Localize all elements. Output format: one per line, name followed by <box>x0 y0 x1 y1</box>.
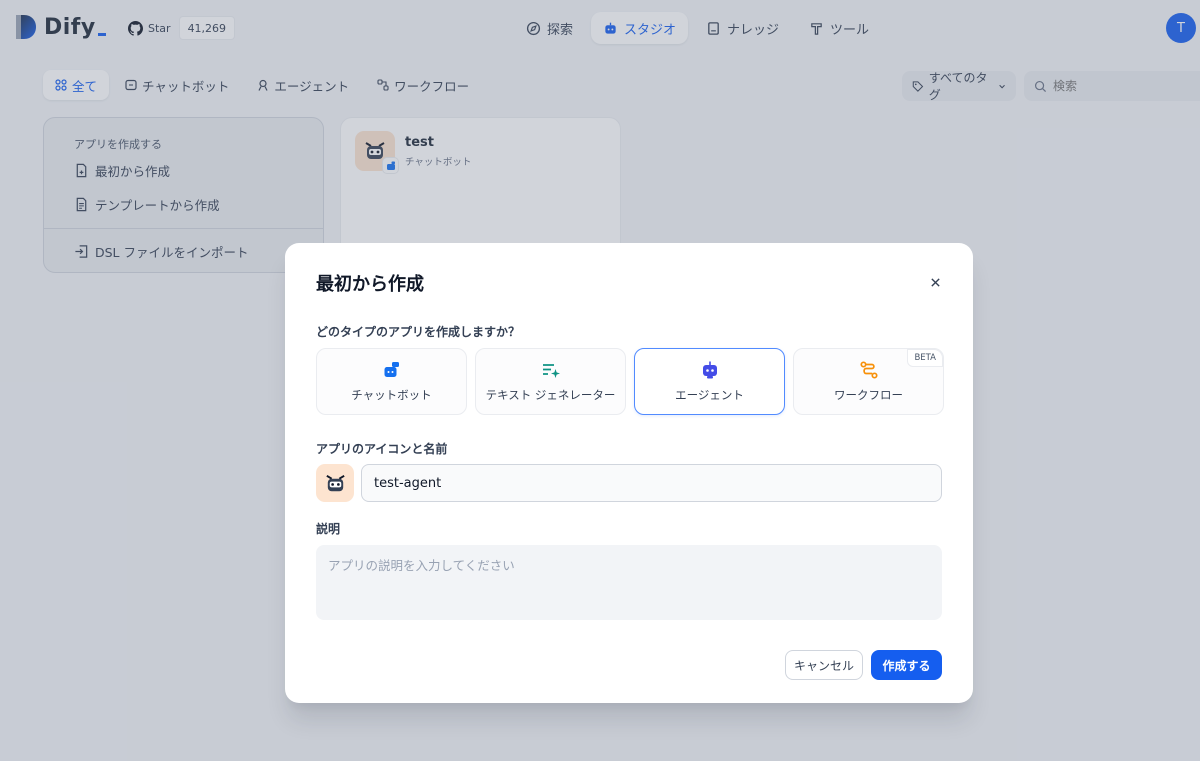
close-icon <box>930 277 940 287</box>
workflow-route-icon <box>859 361 878 379</box>
robot-face-icon <box>325 474 345 491</box>
chatbot-icon <box>384 362 399 377</box>
beta-badge: BETA <box>907 349 943 367</box>
type-text-generator-label: テキスト ジェネレーター <box>485 388 616 402</box>
create-button[interactable]: 作成する <box>871 650 942 680</box>
type-workflow[interactable]: ワークフロー BETA <box>793 348 944 415</box>
type-agent-label: エージェント <box>675 388 744 402</box>
modal-title: 最初から作成 <box>316 274 424 295</box>
type-chatbot[interactable]: チャットボット <box>316 348 467 415</box>
agent-robot-icon <box>702 361 717 379</box>
type-workflow-label: ワークフロー <box>834 388 903 402</box>
app-name-label: アプリのアイコンと名前 <box>316 442 448 456</box>
type-text-generator[interactable]: テキスト ジェネレーター <box>475 348 626 415</box>
description-input[interactable] <box>316 545 942 620</box>
app-type-question: どのタイプのアプリを作成しますか？ <box>316 325 521 339</box>
app-name-input[interactable] <box>361 464 942 502</box>
app-type-options: チャットボット テキスト ジェネレーター エージェント ワークフロー BETA <box>316 348 944 415</box>
cancel-button[interactable]: キャンセル <box>785 650 863 680</box>
description-label: 説明 <box>316 522 341 536</box>
type-chatbot-label: チャットボット <box>351 388 432 402</box>
close-button[interactable] <box>926 273 944 291</box>
app-icon-picker[interactable] <box>316 464 354 502</box>
type-agent[interactable]: エージェント <box>634 348 785 415</box>
text-generator-icon <box>542 364 560 378</box>
create-from-blank-modal: 最初から作成 どのタイプのアプリを作成しますか？ チャットボット テキスト ジェ… <box>285 243 973 703</box>
